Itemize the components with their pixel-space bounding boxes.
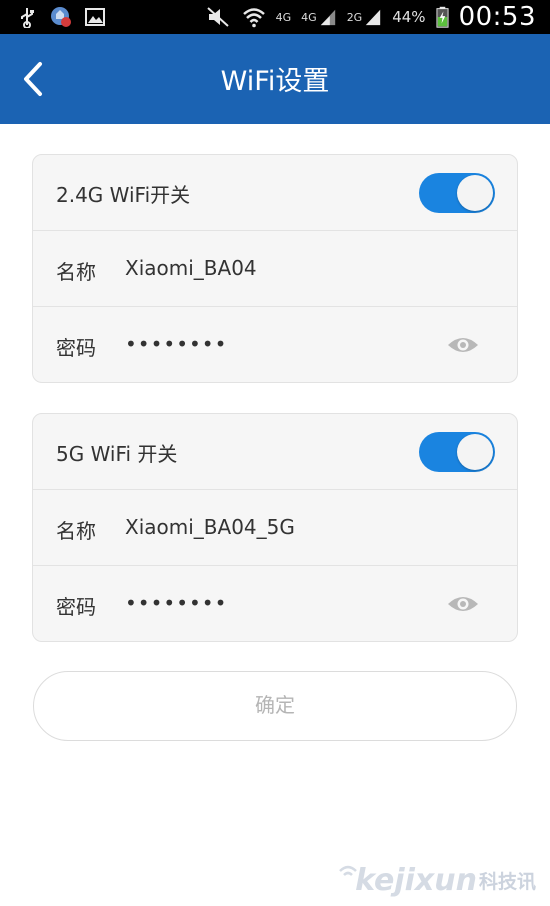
battery-percent: 44% bbox=[392, 8, 426, 26]
toggle-knob bbox=[457, 434, 493, 470]
status-bar: 4G 4G 2G 44% 00:53 bbox=[0, 0, 550, 34]
mute-icon bbox=[206, 7, 229, 27]
wifi-5g-name-row: 名称 Xiaomi_BA04_5G bbox=[33, 490, 517, 566]
toggle-knob bbox=[457, 175, 493, 211]
wifi-5g-name-label: 名称 bbox=[56, 519, 96, 543]
image-icon bbox=[85, 8, 105, 26]
page-title: WiFi设置 bbox=[220, 66, 330, 97]
shield-alert-icon bbox=[51, 7, 71, 27]
confirm-button[interactable]: 确定 bbox=[33, 671, 517, 741]
wifi-5g-toggle-row: 5G WiFi 开关 bbox=[33, 414, 517, 490]
wifi-5g-card: 5G WiFi 开关 名称 Xiaomi_BA04_5G 密码 •••••••• bbox=[32, 413, 518, 642]
network-2g-label: 2G bbox=[346, 10, 363, 24]
wifi-24g-name-input[interactable]: Xiaomi_BA04 bbox=[125, 256, 257, 280]
wifi-5g-toggle[interactable] bbox=[419, 432, 495, 472]
signal-icon bbox=[320, 9, 335, 26]
usb-icon bbox=[21, 8, 34, 28]
wifi-5g-name-input[interactable]: Xiaomi_BA04_5G bbox=[125, 515, 295, 539]
wifi-24g-toggle[interactable] bbox=[419, 173, 495, 213]
wifi-5g-password-label: 密码 bbox=[56, 595, 96, 619]
network-4g-signal-label: 4G bbox=[301, 10, 317, 24]
wifi-24g-toggle-label: 2.4G WiFi开关 bbox=[56, 183, 191, 207]
watermark-cn: 科技讯 bbox=[478, 870, 536, 893]
wifi-icon bbox=[242, 8, 265, 28]
battery-icon bbox=[436, 6, 449, 28]
eye-icon[interactable] bbox=[447, 335, 479, 355]
signal-2g-icon bbox=[366, 9, 381, 26]
wifi-24g-name-label: 名称 bbox=[56, 260, 96, 284]
wifi-24g-password-input[interactable]: •••••••• bbox=[125, 332, 227, 356]
app-header: WiFi设置 bbox=[0, 34, 550, 124]
status-bar-right-icons: 4G 4G 2G 44% 00:53 bbox=[206, 0, 536, 34]
wifi-5g-password-input[interactable]: •••••••• bbox=[125, 591, 227, 615]
wifi-24g-toggle-row: 2.4G WiFi开关 bbox=[33, 155, 517, 231]
wifi-24g-password-label: 密码 bbox=[56, 336, 96, 360]
wifi-24g-card: 2.4G WiFi开关 名称 Xiaomi_BA04 密码 •••••••• bbox=[32, 154, 518, 383]
watermark-latin: kejixun bbox=[355, 862, 477, 898]
network-4g-label: 4G bbox=[275, 10, 292, 24]
status-time: 00:53 bbox=[458, 2, 536, 32]
status-bar-left-icons bbox=[16, 6, 106, 28]
wifi-24g-password-row: 密码 •••••••• bbox=[33, 307, 517, 382]
watermark-logo: kejixun 科技讯 bbox=[337, 862, 536, 898]
eye-icon[interactable] bbox=[447, 594, 479, 614]
wifi-5g-password-row: 密码 •••••••• bbox=[33, 566, 517, 641]
wifi-5g-toggle-label: 5G WiFi 开关 bbox=[56, 442, 178, 466]
wifi-24g-name-row: 名称 Xiaomi_BA04 bbox=[33, 231, 517, 307]
